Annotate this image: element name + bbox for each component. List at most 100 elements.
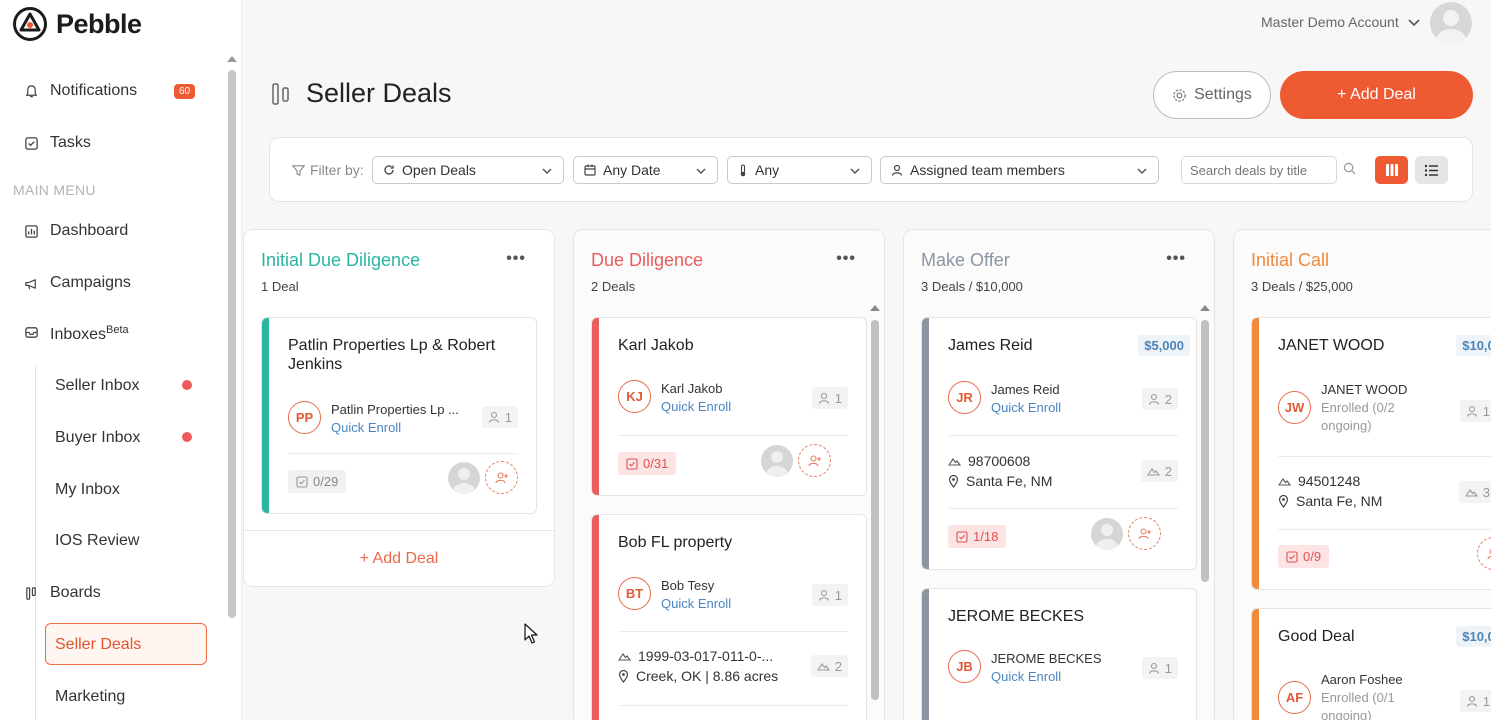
contact-avatar: PP bbox=[288, 401, 321, 434]
assignee-avatar[interactable] bbox=[761, 445, 793, 477]
deal-card[interactable]: JEROME BECKES JB JEROME BECKES Quick Enr… bbox=[921, 588, 1197, 720]
search-deals-input[interactable] bbox=[1181, 156, 1337, 184]
add-assignee-button[interactable] bbox=[798, 444, 831, 477]
deal-card[interactable]: Bob FL property BT Bob Tesy Quick Enroll… bbox=[591, 514, 867, 720]
deal-card[interactable]: Karl Jakob KJ Karl Jakob Quick Enroll 1 … bbox=[591, 317, 867, 496]
settings-button[interactable]: Settings bbox=[1153, 71, 1271, 119]
column-scroll-up-arrow[interactable] bbox=[870, 305, 880, 311]
quick-enroll-link[interactable]: Quick Enroll bbox=[661, 595, 731, 613]
tasks-progress[interactable]: 0/29 bbox=[288, 470, 347, 493]
tasks-progress[interactable]: 1/18 bbox=[948, 525, 1007, 548]
tasks-progress[interactable]: 0/31 bbox=[618, 452, 677, 475]
add-assignee-button[interactable] bbox=[1477, 537, 1491, 570]
sidebar-scrollbar[interactable] bbox=[228, 70, 236, 618]
quick-enroll-link[interactable]: Quick Enroll bbox=[991, 399, 1061, 417]
nav-notifications[interactable]: Notifications bbox=[24, 82, 137, 100]
property-location: Santa Fe, NM bbox=[966, 473, 1053, 489]
card-divider bbox=[618, 705, 848, 706]
sidebar-scroll-up-arrow[interactable] bbox=[227, 56, 237, 62]
add-user-icon bbox=[807, 454, 821, 466]
nav-seller-inbox[interactable]: Seller Inbox bbox=[55, 377, 140, 395]
nav-ios-review[interactable]: IOS Review bbox=[55, 532, 139, 550]
quick-enroll-link[interactable]: Quick Enroll bbox=[991, 668, 1102, 686]
nav-seller-deals[interactable]: Seller Deals bbox=[45, 623, 207, 665]
property-info: 94501248 Santa Fe, NM bbox=[1278, 471, 1382, 511]
notifications-badge: 60 bbox=[174, 84, 196, 99]
user-avatar[interactable] bbox=[1430, 2, 1472, 44]
deal-card[interactable]: James Reid $5,000 JR James Reid Quick En… bbox=[921, 317, 1197, 570]
tasks-progress[interactable]: 0/9 bbox=[1278, 545, 1330, 568]
contacts-count: 1 bbox=[1459, 690, 1491, 712]
assignee-avatar[interactable] bbox=[448, 462, 480, 494]
chevron-down-icon bbox=[696, 168, 706, 175]
board-view-button[interactable] bbox=[1375, 156, 1408, 184]
deal-card[interactable]: Patlin Properties Lp & Robert Jenkins PP… bbox=[261, 317, 537, 514]
column-title: Make Offer bbox=[921, 250, 1010, 270]
nav-inboxes[interactable]: Inboxes Beta bbox=[24, 321, 129, 344]
add-assignee-button[interactable] bbox=[485, 461, 518, 494]
deal-card[interactable]: JANET WOOD $10,00 JW JANET WOOD Enrolled… bbox=[1251, 317, 1491, 590]
column-scrollbar[interactable] bbox=[871, 320, 879, 700]
card-stage-stripe bbox=[592, 515, 599, 720]
nav-campaigns[interactable]: Campaigns bbox=[24, 274, 131, 292]
column-title: Initial Call bbox=[1251, 250, 1330, 270]
filter-icon bbox=[292, 164, 305, 176]
search-icon[interactable] bbox=[1343, 162, 1356, 175]
deal-title: Karl Jakob bbox=[618, 337, 694, 354]
nav-boards[interactable]: Boards bbox=[24, 584, 101, 602]
deal-contact[interactable]: KJ Karl Jakob Quick Enroll bbox=[618, 380, 731, 416]
checkbox-icon bbox=[626, 457, 638, 470]
deal-contact[interactable]: AF Aaron Foshee Enrolled (0/1 ongoing) bbox=[1278, 671, 1441, 720]
account-switcher[interactable]: Master Demo Account bbox=[1261, 14, 1421, 30]
checkbox-icon bbox=[1286, 550, 1298, 563]
nav-dashboard-label: Dashboard bbox=[50, 222, 129, 239]
nav-campaigns-label: Campaigns bbox=[50, 274, 131, 291]
temperature-select[interactable]: Any bbox=[727, 156, 872, 184]
team-members-select[interactable]: Assigned team members bbox=[880, 156, 1159, 184]
quick-enroll-link[interactable]: Quick Enroll bbox=[331, 419, 459, 437]
deal-status-select[interactable]: Open Deals bbox=[372, 156, 564, 184]
contacts-count-value: 1 bbox=[1482, 693, 1490, 709]
column-more-menu[interactable]: ••• bbox=[1166, 250, 1186, 268]
temperature-value: Any bbox=[755, 162, 780, 178]
deal-contact[interactable]: JB JEROME BECKES Quick Enroll bbox=[948, 650, 1102, 686]
list-view-button[interactable] bbox=[1415, 156, 1448, 184]
column-title: Initial Due Diligence bbox=[261, 250, 421, 270]
add-assignee-button[interactable] bbox=[1128, 517, 1161, 550]
chevron-down-icon bbox=[1408, 19, 1420, 27]
nav-dashboard[interactable]: Dashboard bbox=[24, 222, 128, 240]
list-icon bbox=[1424, 164, 1438, 176]
nav-tasks[interactable]: Tasks bbox=[24, 134, 91, 152]
deal-card[interactable]: Good Deal $10,00 AF Aaron Foshee Enrolle… bbox=[1251, 608, 1491, 720]
deal-contact[interactable]: PP Patlin Properties Lp ... Quick Enroll bbox=[288, 401, 459, 437]
user-icon bbox=[488, 411, 499, 423]
nav-my-inbox[interactable]: My Inbox bbox=[55, 481, 120, 499]
deal-status-value: Open Deals bbox=[402, 162, 476, 178]
quick-enroll-link[interactable]: Quick Enroll bbox=[661, 398, 731, 416]
deal-price: $10,00 bbox=[1456, 626, 1491, 647]
main-menu-label: MAIN MENU bbox=[13, 182, 96, 198]
column-scroll-up-arrow[interactable] bbox=[1200, 305, 1210, 311]
deal-contact[interactable]: BT Bob Tesy Quick Enroll bbox=[618, 577, 731, 613]
nav-marketing[interactable]: Marketing bbox=[55, 688, 125, 706]
nav-buyer-inbox[interactable]: Buyer Inbox bbox=[55, 429, 140, 447]
contact-avatar: BT bbox=[618, 577, 651, 610]
column-more-menu[interactable]: ••• bbox=[836, 250, 856, 268]
column-more-menu[interactable]: ••• bbox=[506, 250, 526, 268]
deal-contact[interactable]: JR James Reid Quick Enroll bbox=[948, 381, 1061, 417]
deal-price: $5,000 bbox=[1138, 335, 1190, 356]
app-logo[interactable]: Pebble bbox=[12, 6, 142, 42]
location-pin-icon bbox=[948, 474, 959, 488]
add-deal-button[interactable]: + Add Deal bbox=[1280, 71, 1473, 119]
enrollment-status: Enrolled (0/2 ongoing) bbox=[1321, 400, 1395, 433]
deal-title: Bob FL property bbox=[618, 534, 733, 551]
date-select[interactable]: Any Date bbox=[573, 156, 718, 184]
assignee-avatar[interactable] bbox=[1091, 518, 1123, 550]
column-scrollbar[interactable] bbox=[1201, 320, 1209, 582]
column-add-deal-button[interactable]: + Add Deal bbox=[244, 550, 554, 568]
card-stage-stripe bbox=[922, 589, 929, 720]
column-initial-call: Initial Call 3 Deals / $25,000 JANET WOO… bbox=[1233, 229, 1491, 720]
nav-inboxes-label: Inboxes bbox=[50, 326, 107, 343]
deal-contact[interactable]: JW JANET WOOD Enrolled (0/2 ongoing) bbox=[1278, 381, 1441, 435]
column-due-diligence: Due Diligence 2 Deals ••• Karl Jakob KJ … bbox=[573, 229, 885, 720]
